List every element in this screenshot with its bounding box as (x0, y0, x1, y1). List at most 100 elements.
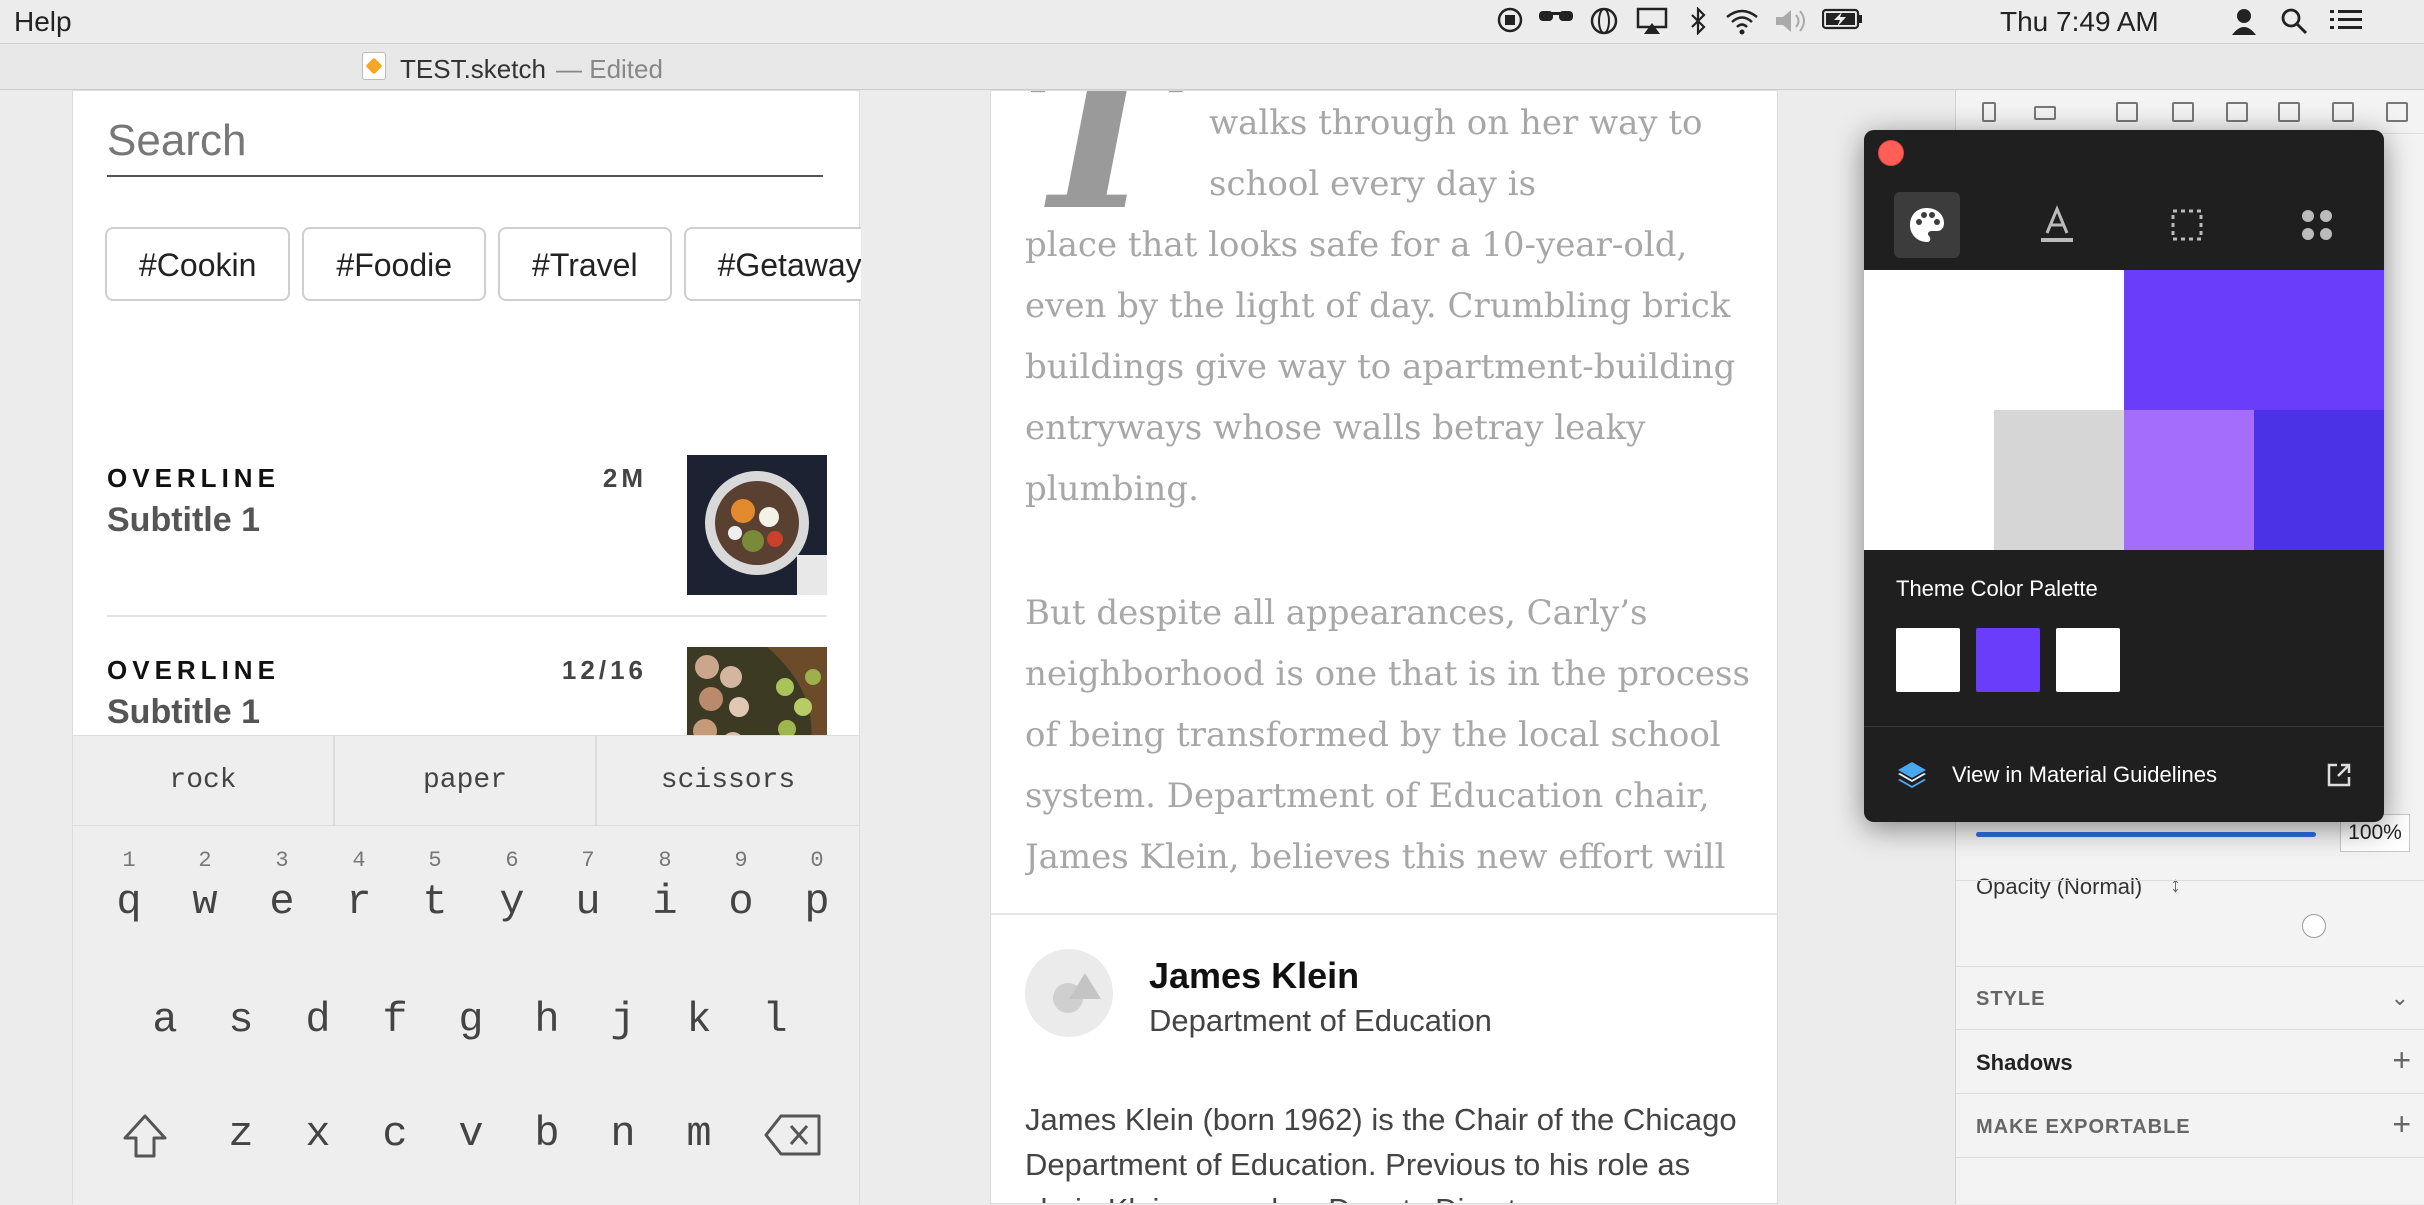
chip-getaway[interactable]: #Getaway (683, 227, 861, 301)
key-f[interactable]: f (357, 996, 433, 1044)
design-canvas[interactable]: #Cookin#Foodie#Travel#Getaway OVERLINE 2… (0, 90, 1955, 1205)
key-s[interactable]: s (203, 996, 279, 1044)
suggestion-bar: rock paper scissors (73, 736, 859, 826)
suggestion-scissors[interactable]: scissors (597, 736, 859, 826)
key-o[interactable]: 9o (703, 848, 779, 926)
align-middle-icon[interactable] (2332, 102, 2354, 122)
suggestion-rock[interactable]: rock (73, 736, 335, 826)
chip-cookin[interactable]: #Cookin (105, 227, 291, 301)
onscreen-keyboard: rock paper scissors 1q 2w 3e 4r 5t 6y 7u… (73, 735, 859, 1205)
components-icon[interactable] (2284, 192, 2350, 258)
opacity-label: Opacity (Normal) (1976, 874, 2143, 899)
material-theme-popup: Theme Color Palette View in Material Gui… (1864, 130, 2384, 822)
wifi-icon[interactable] (1722, 7, 1762, 35)
align-top-edge-icon[interactable] (2278, 102, 2300, 122)
key-x[interactable]: x (280, 1110, 356, 1158)
swatch-primary[interactable] (2124, 270, 2384, 410)
key-h[interactable]: h (509, 996, 585, 1044)
shape-icon[interactable] (2154, 192, 2220, 258)
bluetooth-icon[interactable] (1678, 7, 1718, 35)
align-bottom-icon[interactable] (2386, 102, 2408, 122)
key-b[interactable]: b (509, 1110, 585, 1158)
opacity-slider[interactable] (1976, 832, 2316, 837)
chip-travel[interactable]: #Travel (498, 227, 672, 301)
key-q[interactable]: 1q (91, 848, 167, 926)
key-l[interactable]: l (737, 996, 813, 1044)
edited-status: — Edited (556, 54, 663, 84)
battery-icon[interactable] (1822, 7, 1862, 31)
record-icon[interactable] (1490, 7, 1530, 33)
close-button[interactable] (1878, 140, 1904, 166)
key-n[interactable]: n (585, 1110, 661, 1158)
airplay-icon[interactable] (1632, 7, 1672, 35)
key-t[interactable]: 5t (397, 848, 473, 926)
volume-icon[interactable] (1772, 7, 1812, 35)
key-k[interactable]: k (661, 996, 737, 1044)
search-artboard[interactable]: #Cookin#Foodie#Travel#Getaway OVERLINE 2… (72, 90, 861, 1205)
shadows-row[interactable]: Shadows + (1956, 1030, 2424, 1094)
article-artboard[interactable]: T walks through on her way to school eve… (990, 90, 1778, 1204)
key-z[interactable]: z (203, 1110, 279, 1158)
palette-label: Theme Color Palette (1896, 576, 2098, 601)
palette-swatch[interactable] (1976, 628, 2040, 692)
spotlight-icon[interactable] (2274, 7, 2314, 35)
popup-tabs (1864, 182, 2384, 270)
food-bowl-thumbnail[interactable] (687, 455, 827, 595)
key-m[interactable]: m (661, 1110, 737, 1158)
align-center-icon[interactable] (2172, 102, 2194, 122)
palette-swatch[interactable] (2056, 628, 2120, 692)
menubar-clock[interactable]: Thu 7:49 AM (2000, 6, 2159, 38)
make-exportable-row[interactable]: MAKE EXPORTABLE + (1956, 1094, 2424, 1158)
key-e[interactable]: 3e (244, 848, 320, 926)
external-link-icon[interactable] (2326, 762, 2352, 788)
menu-bar: Help Thu 7:49 AM (0, 0, 2424, 44)
suggestion-paper[interactable]: paper (335, 736, 597, 826)
swatch-primary-dark[interactable] (2254, 410, 2384, 550)
key-p[interactable]: 0p (779, 848, 855, 926)
globe-icon[interactable] (1584, 7, 1624, 35)
key-u[interactable]: 7u (550, 848, 626, 926)
chevron-down-icon[interactable]: ⌄ (2391, 985, 2409, 1011)
key-r[interactable]: 4r (321, 848, 397, 926)
user-icon[interactable] (2224, 7, 2264, 35)
view-guidelines-link[interactable]: View in Material Guidelines (1952, 762, 2217, 788)
shift-key[interactable] (107, 1106, 183, 1160)
key-a[interactable]: a (127, 996, 203, 1044)
text-style-icon[interactable] (2024, 192, 2090, 258)
add-export-icon[interactable]: + (2392, 1108, 2411, 1140)
swatch-primary-light[interactable] (2124, 410, 2254, 550)
key-v[interactable]: v (433, 1110, 509, 1158)
key-y[interactable]: 6y (474, 848, 550, 926)
author-name: James Klein (1149, 955, 1360, 996)
article-lead: walks through on her way to school every… (1209, 93, 1769, 215)
help-menu[interactable]: Help (14, 6, 72, 38)
key-c[interactable]: c (357, 1110, 433, 1158)
chip-row: #Cookin #Foodie #Travel #Getaway (105, 227, 861, 303)
menu-icon[interactable] (2326, 7, 2366, 31)
add-shadow-icon[interactable]: + (2392, 1044, 2411, 1076)
blend-mode-stepper-icon[interactable]: ↕ (2170, 872, 2181, 898)
key-g[interactable]: g (433, 996, 509, 1044)
align-left-icon[interactable] (1982, 102, 1996, 122)
align-left-edge-icon[interactable] (2116, 102, 2138, 122)
backspace-key[interactable] (753, 1106, 833, 1158)
key-j[interactable]: j (585, 996, 661, 1044)
palette-swatch[interactable] (1896, 628, 1960, 692)
align-right-icon[interactable] (2226, 102, 2248, 122)
style-section-header[interactable]: STYLE ⌄ (1956, 966, 2424, 1030)
key-i[interactable]: 8i (627, 848, 703, 926)
search-input[interactable] (107, 107, 823, 177)
opacity-slider-knob[interactable] (2302, 914, 2326, 938)
key-w[interactable]: 2w (167, 848, 243, 926)
palette-icon[interactable] (1894, 192, 1960, 258)
list-item[interactable]: OVERLINE 2M Subtitle 1 (107, 425, 827, 617)
chip-foodie[interactable]: #Foodie (302, 227, 487, 301)
author-card[interactable]: James Klein Department of Education Jame… (991, 913, 1777, 1203)
key-d[interactable]: d (280, 996, 356, 1044)
align-top-icon[interactable] (2034, 106, 2056, 120)
lead-line: walks through on her way to (1209, 103, 1703, 143)
author-department: Department of Education (1149, 1003, 1492, 1038)
item-subtitle: Subtitle 1 (107, 693, 261, 731)
swatch-grey[interactable] (1994, 410, 2124, 550)
glasses-icon[interactable] (1536, 7, 1576, 27)
